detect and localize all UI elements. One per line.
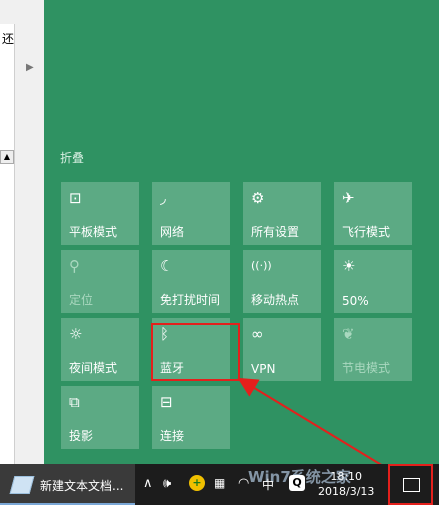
tile-battery-saver[interactable]: ❦ 节电模式: [334, 318, 412, 381]
vpn-icon: ∞: [251, 325, 264, 343]
tile-label: 50%: [342, 294, 369, 308]
background-window-pane: [0, 24, 15, 464]
background-window-arrow-icon: ▶: [26, 62, 34, 73]
moon-icon: ☾: [160, 257, 174, 275]
tile-bluetooth[interactable]: ᛒ 蓝牙: [152, 318, 230, 381]
battery-saver-icon: ❦: [342, 325, 355, 343]
tile-label: 连接: [160, 429, 185, 443]
bluetooth-icon: ᛒ: [160, 325, 170, 343]
tile-night-light[interactable]: ☼ 夜间模式: [61, 318, 139, 381]
tile-vpn[interactable]: ∞ VPN: [243, 318, 321, 381]
tile-label: 平板模式: [69, 225, 118, 239]
tile-quiet-hours[interactable]: ☾ 免打扰时间: [152, 250, 230, 313]
background-window-text: 还: [2, 32, 15, 46]
tile-all-settings[interactable]: ⚙ 所有设置: [243, 182, 321, 245]
airplane-icon: ✈: [342, 189, 355, 207]
tile-network[interactable]: ◞ 网络: [152, 182, 230, 245]
tile-label: 网络: [160, 225, 185, 239]
project-icon: ⧉: [69, 393, 80, 411]
tile-label: 飞行模式: [342, 225, 391, 239]
notepad-icon: [9, 476, 35, 494]
tile-label: 蓝牙: [160, 361, 185, 375]
tile-label: 所有设置: [251, 225, 300, 239]
collapse-link[interactable]: 折叠: [60, 149, 84, 166]
taskbar: 新建文本文档... ∧ 🕪 + ▦ ◠ Win7系统之家 中 Q 18:10 2…: [0, 464, 439, 505]
tile-label: 移动热点: [251, 293, 300, 307]
antivirus-plus-icon[interactable]: +: [189, 475, 205, 491]
ime-chinese-indicator[interactable]: 中: [262, 476, 274, 493]
network-icon: ◞: [160, 189, 166, 207]
clock-date: 2018/3/13: [318, 485, 375, 498]
show-hidden-icons-chevron-icon[interactable]: ∧: [143, 476, 153, 491]
gear-icon: ⚙: [251, 189, 265, 207]
app-tray-icon[interactable]: ▦: [214, 476, 225, 490]
tile-label: 投影: [69, 429, 94, 443]
tablet-mode-icon: ⊡: [69, 189, 82, 207]
taskbar-clock[interactable]: 18:10 2018/3/13: [318, 469, 374, 499]
clock-time: 18:10: [330, 470, 363, 483]
tile-project[interactable]: ⧉ 投影: [61, 386, 139, 449]
q-app-tray-icon[interactable]: Q: [289, 475, 305, 491]
location-icon: ⚲: [69, 257, 80, 275]
taskbar-app-title: 新建文本文档...: [40, 479, 124, 493]
action-center-button[interactable]: [388, 464, 433, 505]
scroll-up-button[interactable]: ▲: [0, 150, 14, 164]
hotspot-icon: ((·)): [251, 259, 272, 272]
tile-connect[interactable]: ⊟ 连接: [152, 386, 230, 449]
tile-brightness[interactable]: ☀ 50%: [334, 250, 412, 313]
tile-label: 免打扰时间: [160, 293, 221, 307]
night-light-icon: ☼: [69, 325, 83, 343]
tile-tablet-mode[interactable]: ⊡ 平板模式: [61, 182, 139, 245]
connect-icon: ⊟: [160, 393, 173, 411]
tile-label: VPN: [251, 362, 276, 376]
tile-airplane-mode[interactable]: ✈ 飞行模式: [334, 182, 412, 245]
background-window: 还 ▶ ▲: [0, 0, 45, 464]
brightness-icon: ☀: [342, 257, 356, 275]
tile-mobile-hotspot[interactable]: ((·)) 移动热点: [243, 250, 321, 313]
tile-label: 节电模式: [342, 361, 391, 375]
taskbar-app-notepad[interactable]: 新建文本文档...: [0, 464, 135, 505]
tile-label: 定位: [69, 293, 94, 307]
notification-message-icon: [403, 478, 420, 492]
tile-label: 夜间模式: [69, 361, 118, 375]
tile-location[interactable]: ⚲ 定位: [61, 250, 139, 313]
volume-icon[interactable]: 🕪: [163, 476, 171, 491]
